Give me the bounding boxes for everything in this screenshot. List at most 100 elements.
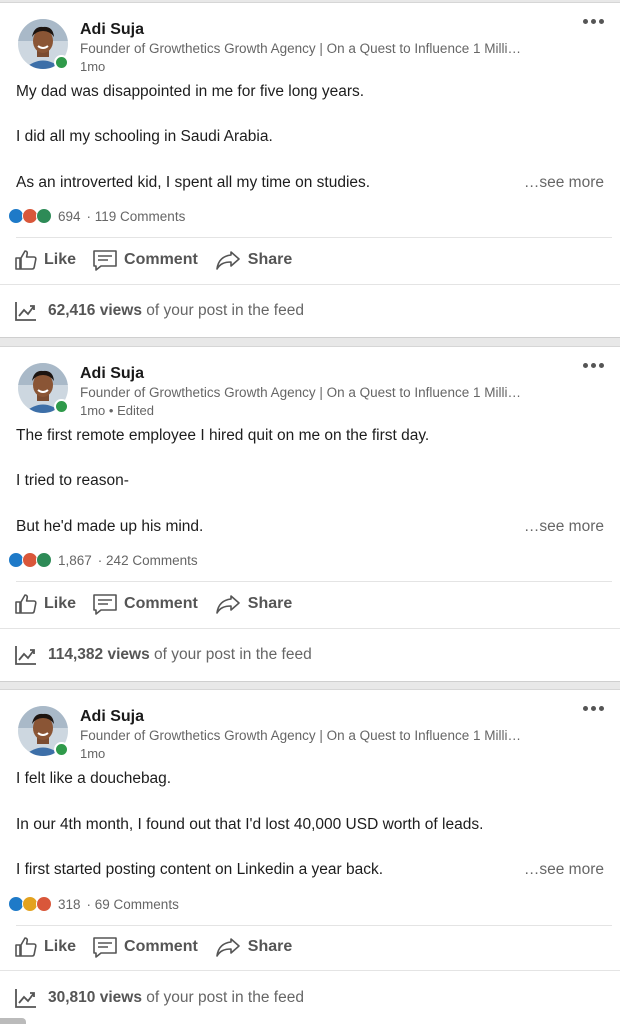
more-options-icon[interactable] bbox=[583, 19, 604, 24]
post-text: My dad was disappointed in me for five l… bbox=[16, 83, 604, 193]
thumbs-up-icon bbox=[15, 594, 37, 614]
thumbs-up-icon bbox=[15, 250, 37, 270]
post-timestamp: 1mo bbox=[80, 746, 106, 761]
post-line: I first started posting content on Linke… bbox=[16, 861, 384, 878]
like-label: Like bbox=[44, 938, 77, 955]
views-suffix: of your post in the feed bbox=[146, 989, 304, 1006]
divider bbox=[0, 284, 620, 285]
comment-icon bbox=[93, 250, 117, 271]
author-name[interactable]: Adi Suja bbox=[80, 365, 144, 383]
post-views[interactable]: 30,810 views of your post in the feed bbox=[14, 987, 304, 1009]
divider bbox=[0, 970, 620, 971]
divider bbox=[16, 237, 612, 238]
comment-count-label: 119 Comments bbox=[94, 208, 186, 224]
comment-label: Comment bbox=[124, 938, 198, 955]
see-more-link[interactable]: …see more bbox=[524, 861, 604, 879]
comment-count[interactable]: · 242 Comments bbox=[98, 553, 198, 568]
avatar[interactable] bbox=[18, 706, 69, 757]
share-button[interactable]: Share bbox=[214, 248, 292, 272]
scrollbar-thumb[interactable] bbox=[0, 1018, 26, 1024]
share-icon bbox=[215, 251, 240, 270]
comment-count[interactable]: · 69 Comments bbox=[87, 897, 179, 912]
see-more-link[interactable]: …see more bbox=[524, 174, 604, 192]
like-button[interactable]: Like bbox=[14, 248, 76, 272]
thumbs-up-icon bbox=[15, 937, 37, 957]
online-status-dot bbox=[54, 55, 69, 70]
comment-button[interactable]: Comment bbox=[92, 935, 198, 959]
views-suffix: of your post in the feed bbox=[146, 302, 304, 319]
post-line: In our 4th month, I found out that I'd l… bbox=[16, 816, 484, 833]
author-name[interactable]: Adi Suja bbox=[80, 708, 144, 726]
divider bbox=[16, 581, 612, 582]
post-actions: Like Comment Share bbox=[14, 248, 292, 272]
share-button[interactable]: Share bbox=[214, 592, 292, 616]
views-count: 30,810 views bbox=[48, 989, 142, 1006]
comment-icon bbox=[93, 937, 117, 958]
like-label: Like bbox=[44, 595, 77, 612]
love-reaction-icon bbox=[36, 896, 52, 912]
comment-icon bbox=[93, 594, 117, 615]
comment-label: Comment bbox=[124, 595, 198, 612]
share-icon bbox=[215, 938, 240, 957]
post-line: I felt like a douchebag. bbox=[16, 770, 172, 787]
feed-post: Adi Suja Founder of Growthetics Growth A… bbox=[0, 346, 620, 682]
post-actions: Like Comment Share bbox=[14, 592, 292, 616]
views-count: 114,382 views bbox=[48, 646, 150, 663]
avatar[interactable] bbox=[18, 363, 69, 414]
comment-label: Comment bbox=[124, 251, 198, 268]
feed-post: Adi Suja Founder of Growthetics Growth A… bbox=[0, 689, 620, 1024]
post-line: As an introverted kid, I spent all my ti… bbox=[16, 174, 371, 191]
comment-count-label: 69 Comments bbox=[94, 896, 179, 912]
analytics-trend-icon bbox=[15, 646, 36, 665]
share-label: Share bbox=[247, 938, 293, 955]
like-button[interactable]: Like bbox=[14, 592, 76, 616]
divider bbox=[16, 925, 612, 926]
post-line: But he'd made up his mind. bbox=[16, 518, 204, 535]
like-button[interactable]: Like bbox=[14, 935, 76, 959]
share-button[interactable]: Share bbox=[214, 935, 292, 959]
post-text: I felt like a douchebag. In our 4th mont… bbox=[16, 770, 604, 880]
divider bbox=[0, 628, 620, 629]
share-label: Share bbox=[247, 251, 293, 268]
post-line: I tried to reason- bbox=[16, 472, 129, 489]
post-line: I did all my schooling in Saudi Arabia. bbox=[16, 128, 273, 145]
feed-post: Adi Suja Founder of Growthetics Growth A… bbox=[0, 2, 620, 338]
more-options-icon[interactable] bbox=[583, 363, 604, 368]
online-status-dot bbox=[54, 399, 69, 414]
reaction-count[interactable]: 1,867 bbox=[58, 553, 92, 568]
see-more-link[interactable]: …see more bbox=[524, 518, 604, 536]
reaction-count[interactable]: 318 bbox=[58, 897, 81, 912]
views-count: 62,416 views bbox=[48, 302, 142, 319]
comment-count[interactable]: · 119 Comments bbox=[87, 209, 186, 224]
share-icon bbox=[215, 595, 240, 614]
celebrate-reaction-icon bbox=[36, 208, 52, 224]
reaction-count[interactable]: 694 bbox=[58, 209, 81, 224]
post-line: My dad was disappointed in me for five l… bbox=[16, 83, 365, 100]
post-views[interactable]: 62,416 views of your post in the feed bbox=[14, 300, 304, 322]
post-timestamp: 1mo bbox=[80, 59, 106, 74]
post-views[interactable]: 114,382 views of your post in the feed bbox=[14, 644, 312, 666]
avatar[interactable] bbox=[18, 19, 69, 70]
more-options-icon[interactable] bbox=[583, 706, 604, 711]
views-suffix: of your post in the feed bbox=[154, 646, 312, 663]
comment-button[interactable]: Comment bbox=[92, 248, 198, 272]
online-status-dot bbox=[54, 742, 69, 757]
author-name[interactable]: Adi Suja bbox=[80, 21, 144, 39]
author-headline: Founder of Growthetics Growth Agency | O… bbox=[80, 728, 521, 743]
analytics-trend-icon bbox=[15, 989, 36, 1008]
analytics-trend-icon bbox=[15, 302, 36, 321]
celebrate-reaction-icon bbox=[36, 552, 52, 568]
share-label: Share bbox=[247, 595, 293, 612]
author-headline: Founder of Growthetics Growth Agency | O… bbox=[80, 41, 521, 56]
like-label: Like bbox=[44, 251, 77, 268]
social-counts[interactable]: 1,867 · 242 Comments bbox=[8, 552, 198, 568]
post-line: The first remote employee I hired quit o… bbox=[16, 427, 430, 444]
post-actions: Like Comment Share bbox=[14, 935, 292, 959]
post-text: The first remote employee I hired quit o… bbox=[16, 427, 604, 537]
social-counts[interactable]: 318 · 69 Comments bbox=[8, 896, 179, 912]
comment-button[interactable]: Comment bbox=[92, 592, 198, 616]
author-headline: Founder of Growthetics Growth Agency | O… bbox=[80, 385, 521, 400]
post-timestamp: 1mo • Edited bbox=[80, 403, 154, 418]
social-counts[interactable]: 694 · 119 Comments bbox=[8, 208, 185, 224]
comment-count-label: 242 Comments bbox=[106, 552, 198, 568]
